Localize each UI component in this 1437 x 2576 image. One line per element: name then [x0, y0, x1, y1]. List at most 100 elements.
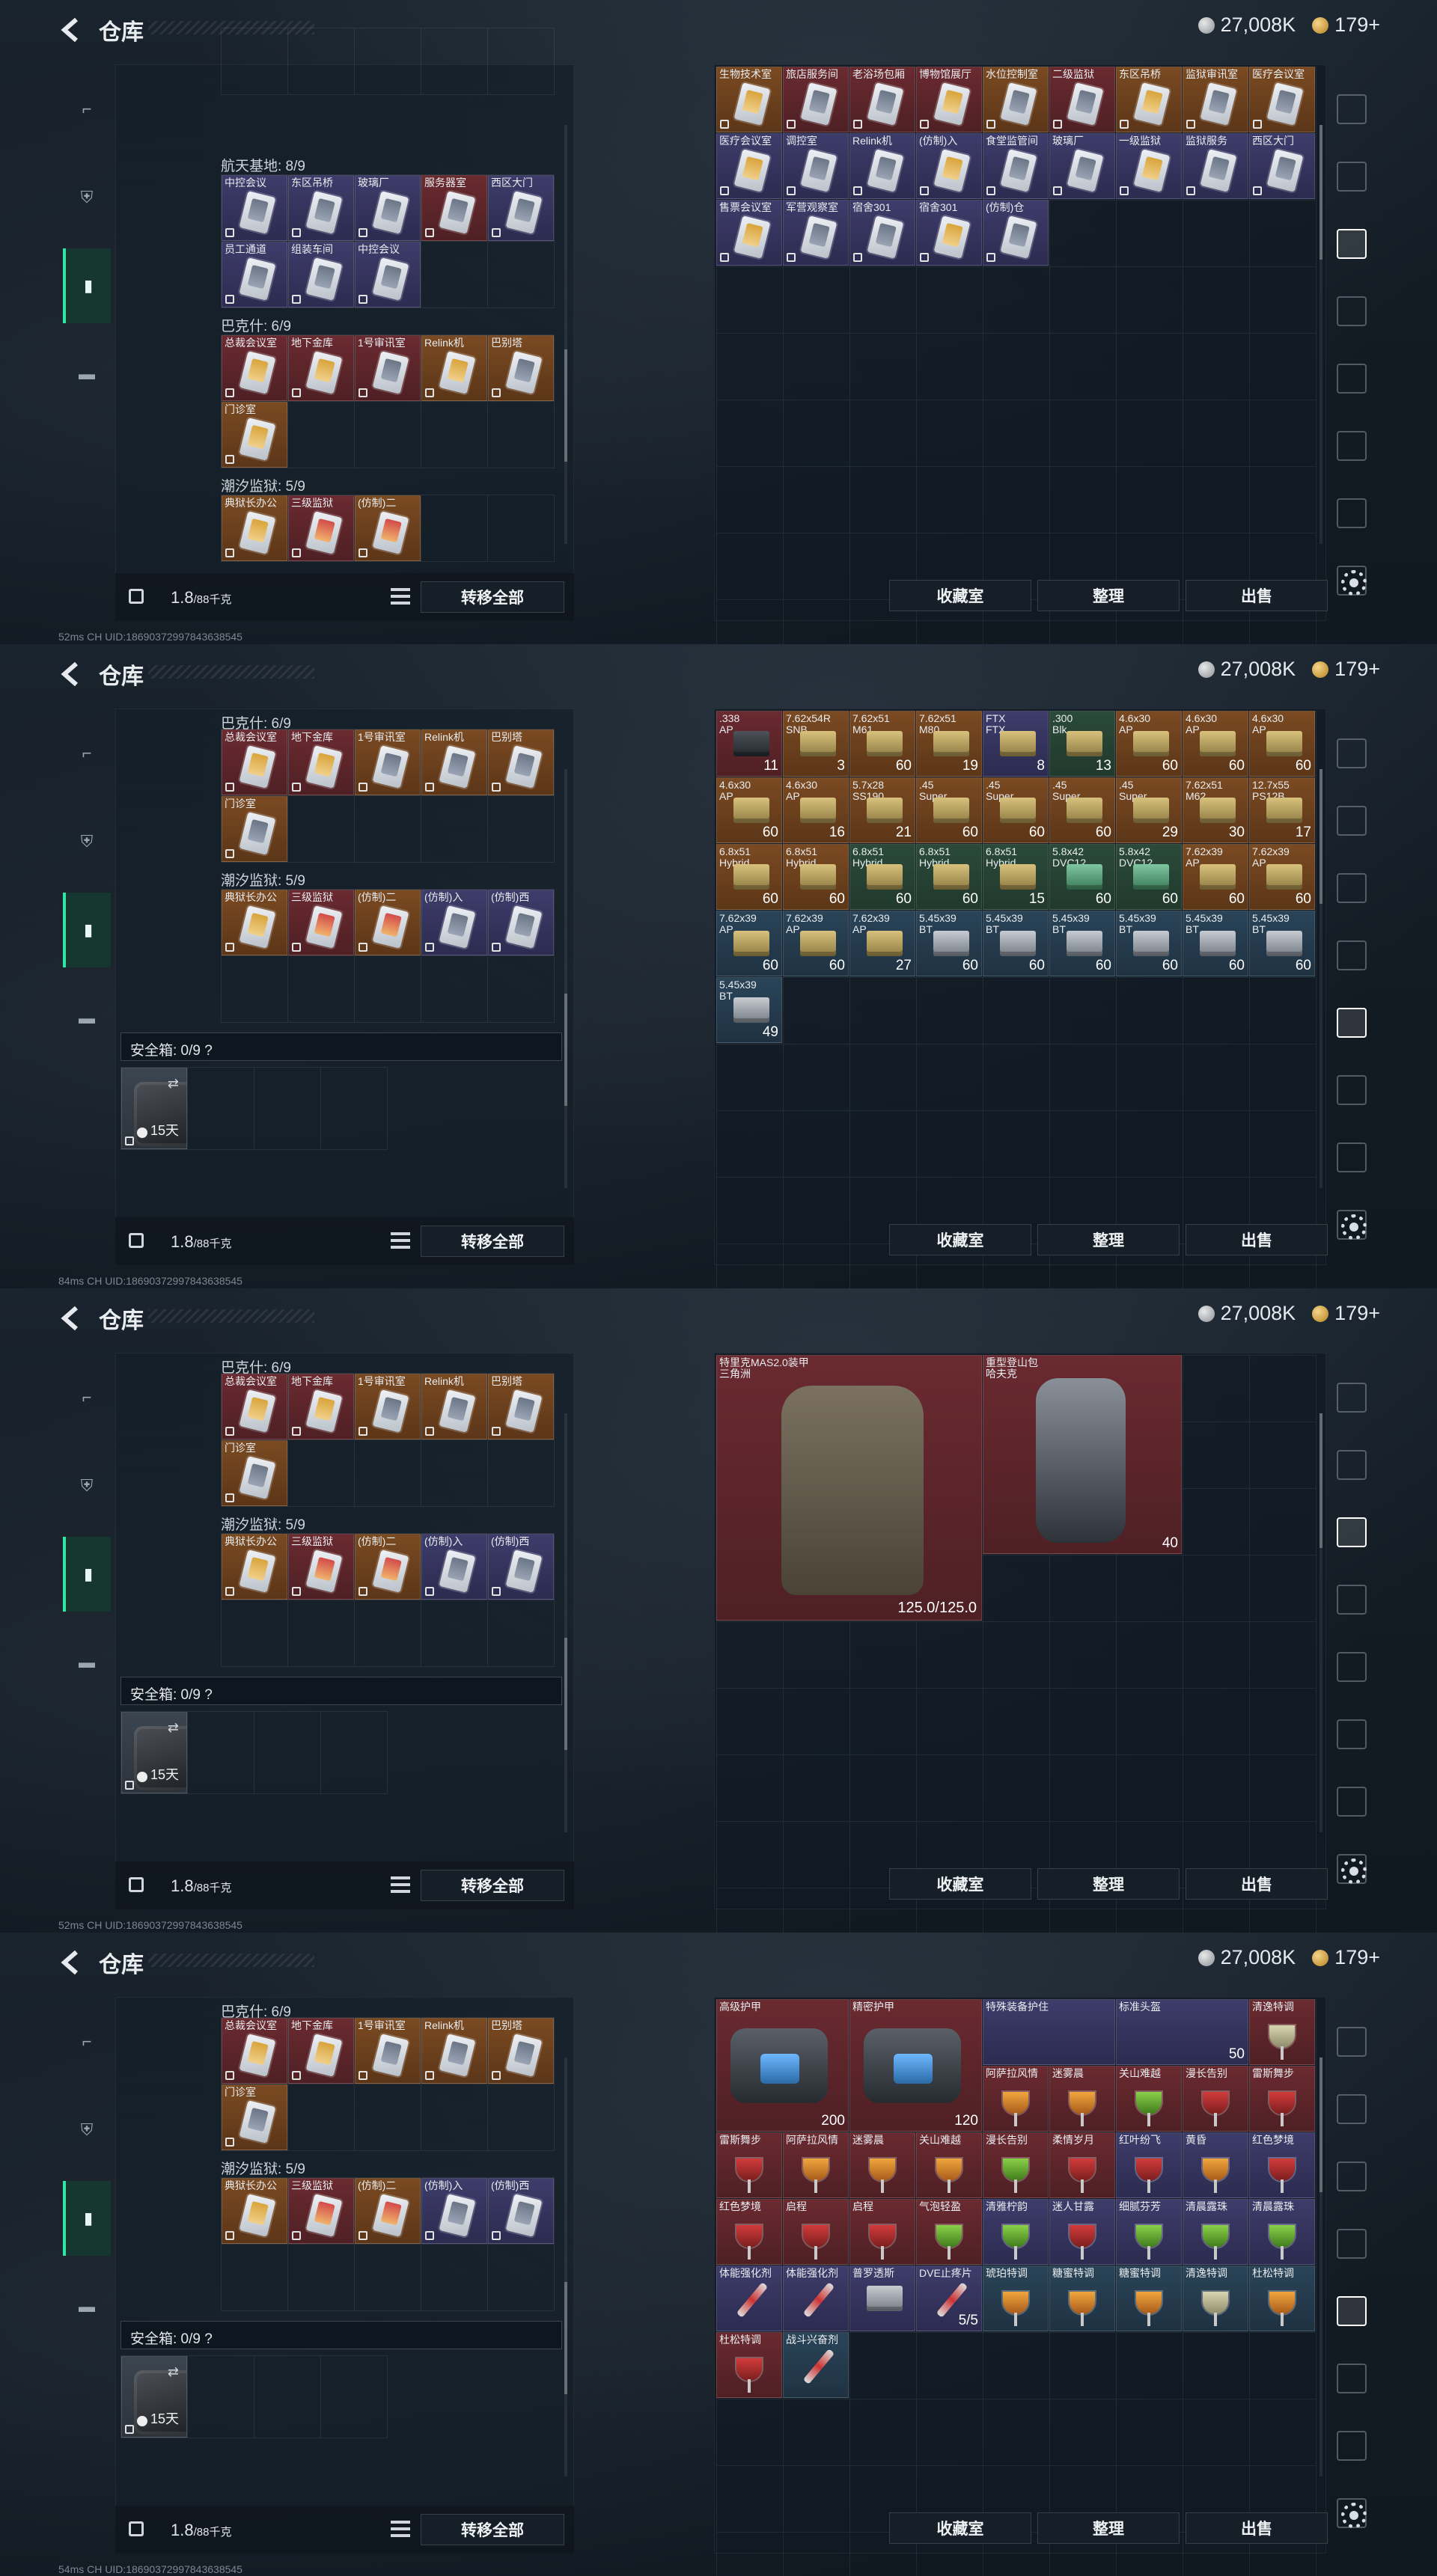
transfer-all-button[interactable]: 转移全部	[421, 1226, 564, 1257]
sell-button[interactable]: 出售	[1186, 1224, 1328, 1255]
ammo-item[interactable]: .45 Super 60	[916, 777, 982, 843]
stash-page-icon[interactable]	[1337, 229, 1367, 259]
equipment-item[interactable]: 特殊装备护住	[983, 1999, 1115, 2065]
stash-page-icon[interactable]	[1337, 1585, 1367, 1615]
keycard-item[interactable]: 1号审讯室	[355, 2018, 421, 2084]
drink-item[interactable]: 黄昏	[1183, 2132, 1248, 2198]
keycard-item[interactable]: 员工通道	[222, 242, 287, 308]
keycard-item[interactable]: Relink机	[421, 335, 487, 401]
drink-item[interactable]: 雷斯舞步	[1249, 2066, 1315, 2132]
ammo-item[interactable]: 4.6x30 AP 60	[1249, 711, 1315, 777]
stash-page-icon[interactable]	[1337, 806, 1367, 836]
keycard-item[interactable]: 三级监狱	[288, 890, 354, 955]
ammo-item[interactable]: FTX FTX 8	[983, 711, 1049, 777]
sell-button[interactable]: 出售	[1186, 2512, 1328, 2544]
keycard-item[interactable]: (仿制)入	[421, 890, 487, 955]
ammo-item[interactable]: 7.62x39 AP 60	[783, 911, 849, 976]
left-scrollbar[interactable]	[564, 1413, 567, 1832]
gun-icon[interactable]: ⌐	[63, 1360, 111, 1435]
consumable-item[interactable]: 体能强化剂	[783, 2266, 849, 2331]
stash-page-icon[interactable]	[1337, 2498, 1367, 2528]
keycard-item[interactable]: Relink机	[849, 133, 915, 199]
ammo-item[interactable]: 6.8x51 Hybrid 15	[983, 844, 1049, 910]
drink-item[interactable]: 清晨露珠	[1183, 2199, 1248, 2265]
ammo-item[interactable]: 7.62x39 AP 27	[849, 911, 915, 976]
stash-page-icon[interactable]	[1337, 1075, 1367, 1105]
ammo-item[interactable]: 5.45x39 BT 49	[716, 977, 782, 1043]
stash-page-icon[interactable]	[1337, 1517, 1367, 1547]
drink-item[interactable]: 迷人甘露	[1049, 2199, 1115, 2265]
drink-item[interactable]: 关山难越	[1116, 2066, 1182, 2132]
keycard-item[interactable]: 巴别塔	[488, 1374, 554, 1440]
keycard-item[interactable]: 西区大门	[488, 175, 554, 241]
keycard-item[interactable]: (仿制)二	[355, 1534, 421, 1600]
drink-item[interactable]: 漫长告别	[983, 2132, 1049, 2198]
organize-button[interactable]: 整理	[1037, 1868, 1180, 1900]
keycard-item[interactable]: 三级监狱	[288, 2178, 354, 2244]
currency-item[interactable]: 179+	[1312, 13, 1380, 37]
drink-item[interactable]: 启程	[849, 2199, 915, 2265]
ammo-item[interactable]: 5.45x39 BT 60	[916, 911, 982, 976]
keycard-item[interactable]: 巴别塔	[488, 2018, 554, 2084]
keycard-item[interactable]: (仿制)西	[488, 890, 554, 955]
keycard-item[interactable]: 东区吊桥	[1116, 67, 1182, 132]
safe-box-item[interactable]: ⇄ 15天	[121, 1712, 187, 1793]
right-scrollbar[interactable]	[1319, 2058, 1322, 2476]
organize-button[interactable]: 整理	[1037, 2512, 1180, 2544]
keycard-item[interactable]: (仿制)二	[355, 2178, 421, 2244]
stash-page-icon[interactable]	[1337, 431, 1367, 461]
drink-item[interactable]: 清逸特调	[1249, 1999, 1315, 2065]
stash-page-icon[interactable]	[1337, 162, 1367, 192]
keycard-item[interactable]: 三级监狱	[288, 495, 354, 561]
backpack-icon[interactable]: ▮	[63, 248, 111, 323]
ammo-item[interactable]: .338 AP 11	[716, 711, 782, 777]
drink-item[interactable]: 杜松特调	[716, 2332, 782, 2398]
keycard-item[interactable]: 总裁会议室	[222, 2018, 287, 2084]
stash-page-icon[interactable]	[1337, 364, 1367, 394]
drink-item[interactable]: 迷雾晨	[1049, 2066, 1115, 2132]
keycard-item[interactable]: 宿舍301	[849, 200, 915, 266]
stash-page-icon[interactable]	[1337, 940, 1367, 970]
keycard-item[interactable]: 门诊室	[222, 402, 287, 468]
drink-item[interactable]: 红叶纷飞	[1116, 2132, 1182, 2198]
keycard-item[interactable]: 旅店服务间	[783, 67, 849, 132]
consumable-item[interactable]: 普罗透斯	[849, 2266, 915, 2331]
keycard-item[interactable]: 生物技术室	[716, 67, 782, 132]
ammo-item[interactable]: 5.45x39 BT 60	[1049, 911, 1115, 976]
stash-page-icon[interactable]	[1337, 1652, 1367, 1682]
drink-item[interactable]: 清雅柠韵	[983, 2199, 1049, 2265]
stash-page-icon[interactable]	[1337, 2364, 1367, 2393]
currency-item[interactable]: 179+	[1312, 1946, 1380, 1969]
keycard-item[interactable]: 1号审讯室	[355, 1374, 421, 1440]
backpack-icon[interactable]: ▮	[63, 1537, 111, 1612]
keycard-item[interactable]: 地下金库	[288, 2018, 354, 2084]
keycard-item[interactable]: 地下金库	[288, 335, 354, 401]
case-icon[interactable]: ▬	[63, 2269, 111, 2344]
ammo-item[interactable]: 7.62x51 M62 30	[1183, 777, 1248, 843]
ammo-item[interactable]: 6.8x51 Hybrid 60	[716, 844, 782, 910]
keycard-item[interactable]: Relink机	[421, 2018, 487, 2084]
ammo-item[interactable]: 4.6x30 AP 60	[1183, 711, 1248, 777]
keycard-item[interactable]: 调控室	[783, 133, 849, 199]
sell-button[interactable]: 出售	[1186, 1868, 1328, 1900]
armor-item[interactable]: 高级护甲 200	[716, 1999, 849, 2132]
ammo-item[interactable]: 6.8x51 Hybrid 60	[783, 844, 849, 910]
ammo-item[interactable]: 7.62x39 AP 60	[716, 911, 782, 976]
helmet-item[interactable]: 标准头盔 50	[1116, 1999, 1248, 2065]
drink-item[interactable]: 柔情岁月	[1049, 2132, 1115, 2198]
case-icon[interactable]: ▬	[63, 981, 111, 1056]
back-icon[interactable]	[57, 661, 87, 688]
ammo-item[interactable]: .45 Super 60	[983, 777, 1049, 843]
ammo-item[interactable]: 5.45x39 BT 60	[1249, 911, 1315, 976]
ammo-item[interactable]: 6.8x51 Hybrid 60	[849, 844, 915, 910]
stash-page-icon[interactable]	[1337, 1142, 1367, 1172]
ammo-item[interactable]: 4.6x30 AP 60	[1116, 711, 1182, 777]
keycard-item[interactable]: 二级监狱	[1049, 67, 1115, 132]
keycard-item[interactable]: (仿制)入	[421, 1534, 487, 1600]
stash-page-icon[interactable]	[1337, 1854, 1367, 1884]
gun-icon[interactable]: ⌐	[63, 2004, 111, 2079]
keycard-item[interactable]: (仿制)入	[916, 133, 982, 199]
right-scrollbar[interactable]	[1319, 1413, 1322, 1832]
keycard-item[interactable]: 1号审讯室	[355, 729, 421, 795]
back-icon[interactable]	[57, 16, 87, 43]
